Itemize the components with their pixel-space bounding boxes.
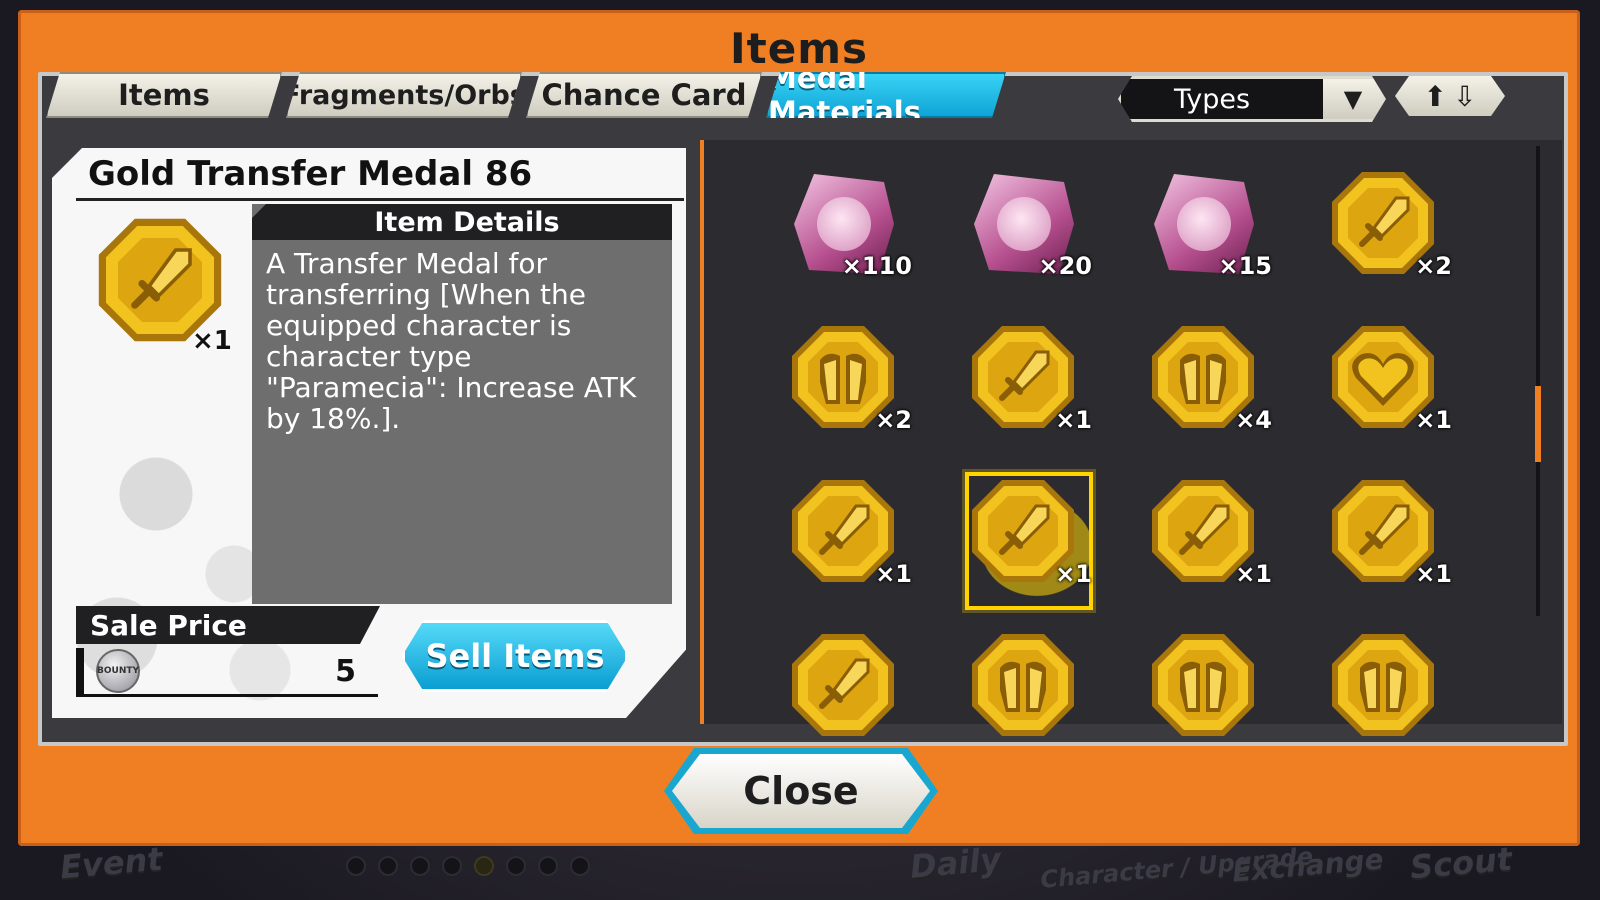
sale-price-label: Sale Price	[76, 606, 380, 644]
medal-quantity: ×1	[1415, 406, 1452, 434]
page-indicator	[346, 856, 590, 876]
category-tabs: Items Fragments/Orbs Chance Card Medal M…	[46, 72, 1006, 118]
medal-quantity: ×1	[1055, 406, 1092, 434]
medal-quantity: ×2	[1415, 252, 1452, 280]
medal-cell[interactable]: ×20	[968, 168, 1092, 280]
medal-cell[interactable]: ×2	[788, 322, 912, 434]
medal-quantity: ×1	[1235, 560, 1272, 588]
item-description: A Transfer Medal for transferring [When …	[266, 247, 637, 435]
scrollbar[interactable]	[1536, 146, 1540, 616]
item-detail-panel: Gold Transfer Medal 86 ×1 Item Details A…	[52, 148, 686, 718]
arrow-down-icon: ⇩	[1453, 79, 1477, 113]
medal-cell[interactable]	[788, 630, 898, 740]
item-name: Gold Transfer Medal 86	[88, 154, 533, 194]
medal-cell[interactable]: ×1	[1148, 476, 1272, 588]
medal-quantity: ×2	[875, 406, 912, 434]
medal-cell[interactable]: ×2	[1328, 168, 1452, 280]
medal-cell[interactable]: ×1	[1328, 322, 1452, 434]
medal-cell[interactable]: ×4	[1148, 322, 1272, 434]
medal-cell[interactable]	[1148, 630, 1258, 740]
scrollbar-thumb[interactable]	[1535, 386, 1541, 462]
medal-cell[interactable]	[1328, 630, 1438, 740]
medal-cell[interactable]: ×1	[968, 322, 1092, 434]
item-details-box: Item Details A Transfer Medal for transf…	[252, 204, 672, 604]
sell-items-button[interactable]: Sell Items	[402, 620, 628, 692]
nav-event: Event	[58, 839, 164, 887]
types-label: Types	[1173, 83, 1251, 115]
tab-items[interactable]: Items	[46, 72, 282, 118]
tab-fragments-orbs[interactable]: Fragments/Orbs	[286, 72, 522, 118]
medal-cell[interactable]: ×15	[1148, 168, 1272, 280]
item-quantity: ×1	[192, 326, 232, 356]
tab-medal-materials[interactable]: Medal Materials	[766, 72, 1006, 118]
medal-quantity: ×1	[1415, 560, 1452, 588]
arrow-up-icon: ⬆	[1423, 79, 1447, 113]
item-details-heading: Item Details	[252, 204, 672, 240]
medal-cell[interactable]: ×1	[788, 476, 912, 588]
sale-price-value: 5	[335, 653, 356, 689]
sort-button[interactable]: ⬆ ⇩	[1395, 76, 1505, 116]
medal-quantity: ×15	[1218, 252, 1272, 280]
medal-quantity: ×1	[875, 560, 912, 588]
nav-scout: Scout	[1408, 839, 1514, 887]
tab-chance-card[interactable]: Chance Card	[526, 72, 762, 118]
medal-cell[interactable]: ×110	[788, 168, 912, 280]
nav-daily: Daily	[908, 840, 1003, 886]
sale-price-row: BOUNTY 5	[76, 648, 378, 697]
medal-quantity: ×1	[1055, 560, 1092, 588]
chevron-down-icon: ▼	[1323, 79, 1383, 119]
types-dropdown[interactable]: Types ▼	[1118, 76, 1386, 122]
medal-quantity: ×110	[841, 252, 912, 280]
medal-quantity: ×4	[1235, 406, 1272, 434]
medal-quantity: ×20	[1038, 252, 1092, 280]
medal-cell[interactable]: ×1	[1328, 476, 1452, 588]
dialog-title: Items	[730, 24, 868, 73]
close-button[interactable]: Close	[672, 754, 930, 828]
medal-cell[interactable]	[968, 630, 1078, 740]
medal-cell[interactable]: ×1	[968, 476, 1092, 588]
bounty-coin-icon: BOUNTY	[96, 649, 140, 693]
